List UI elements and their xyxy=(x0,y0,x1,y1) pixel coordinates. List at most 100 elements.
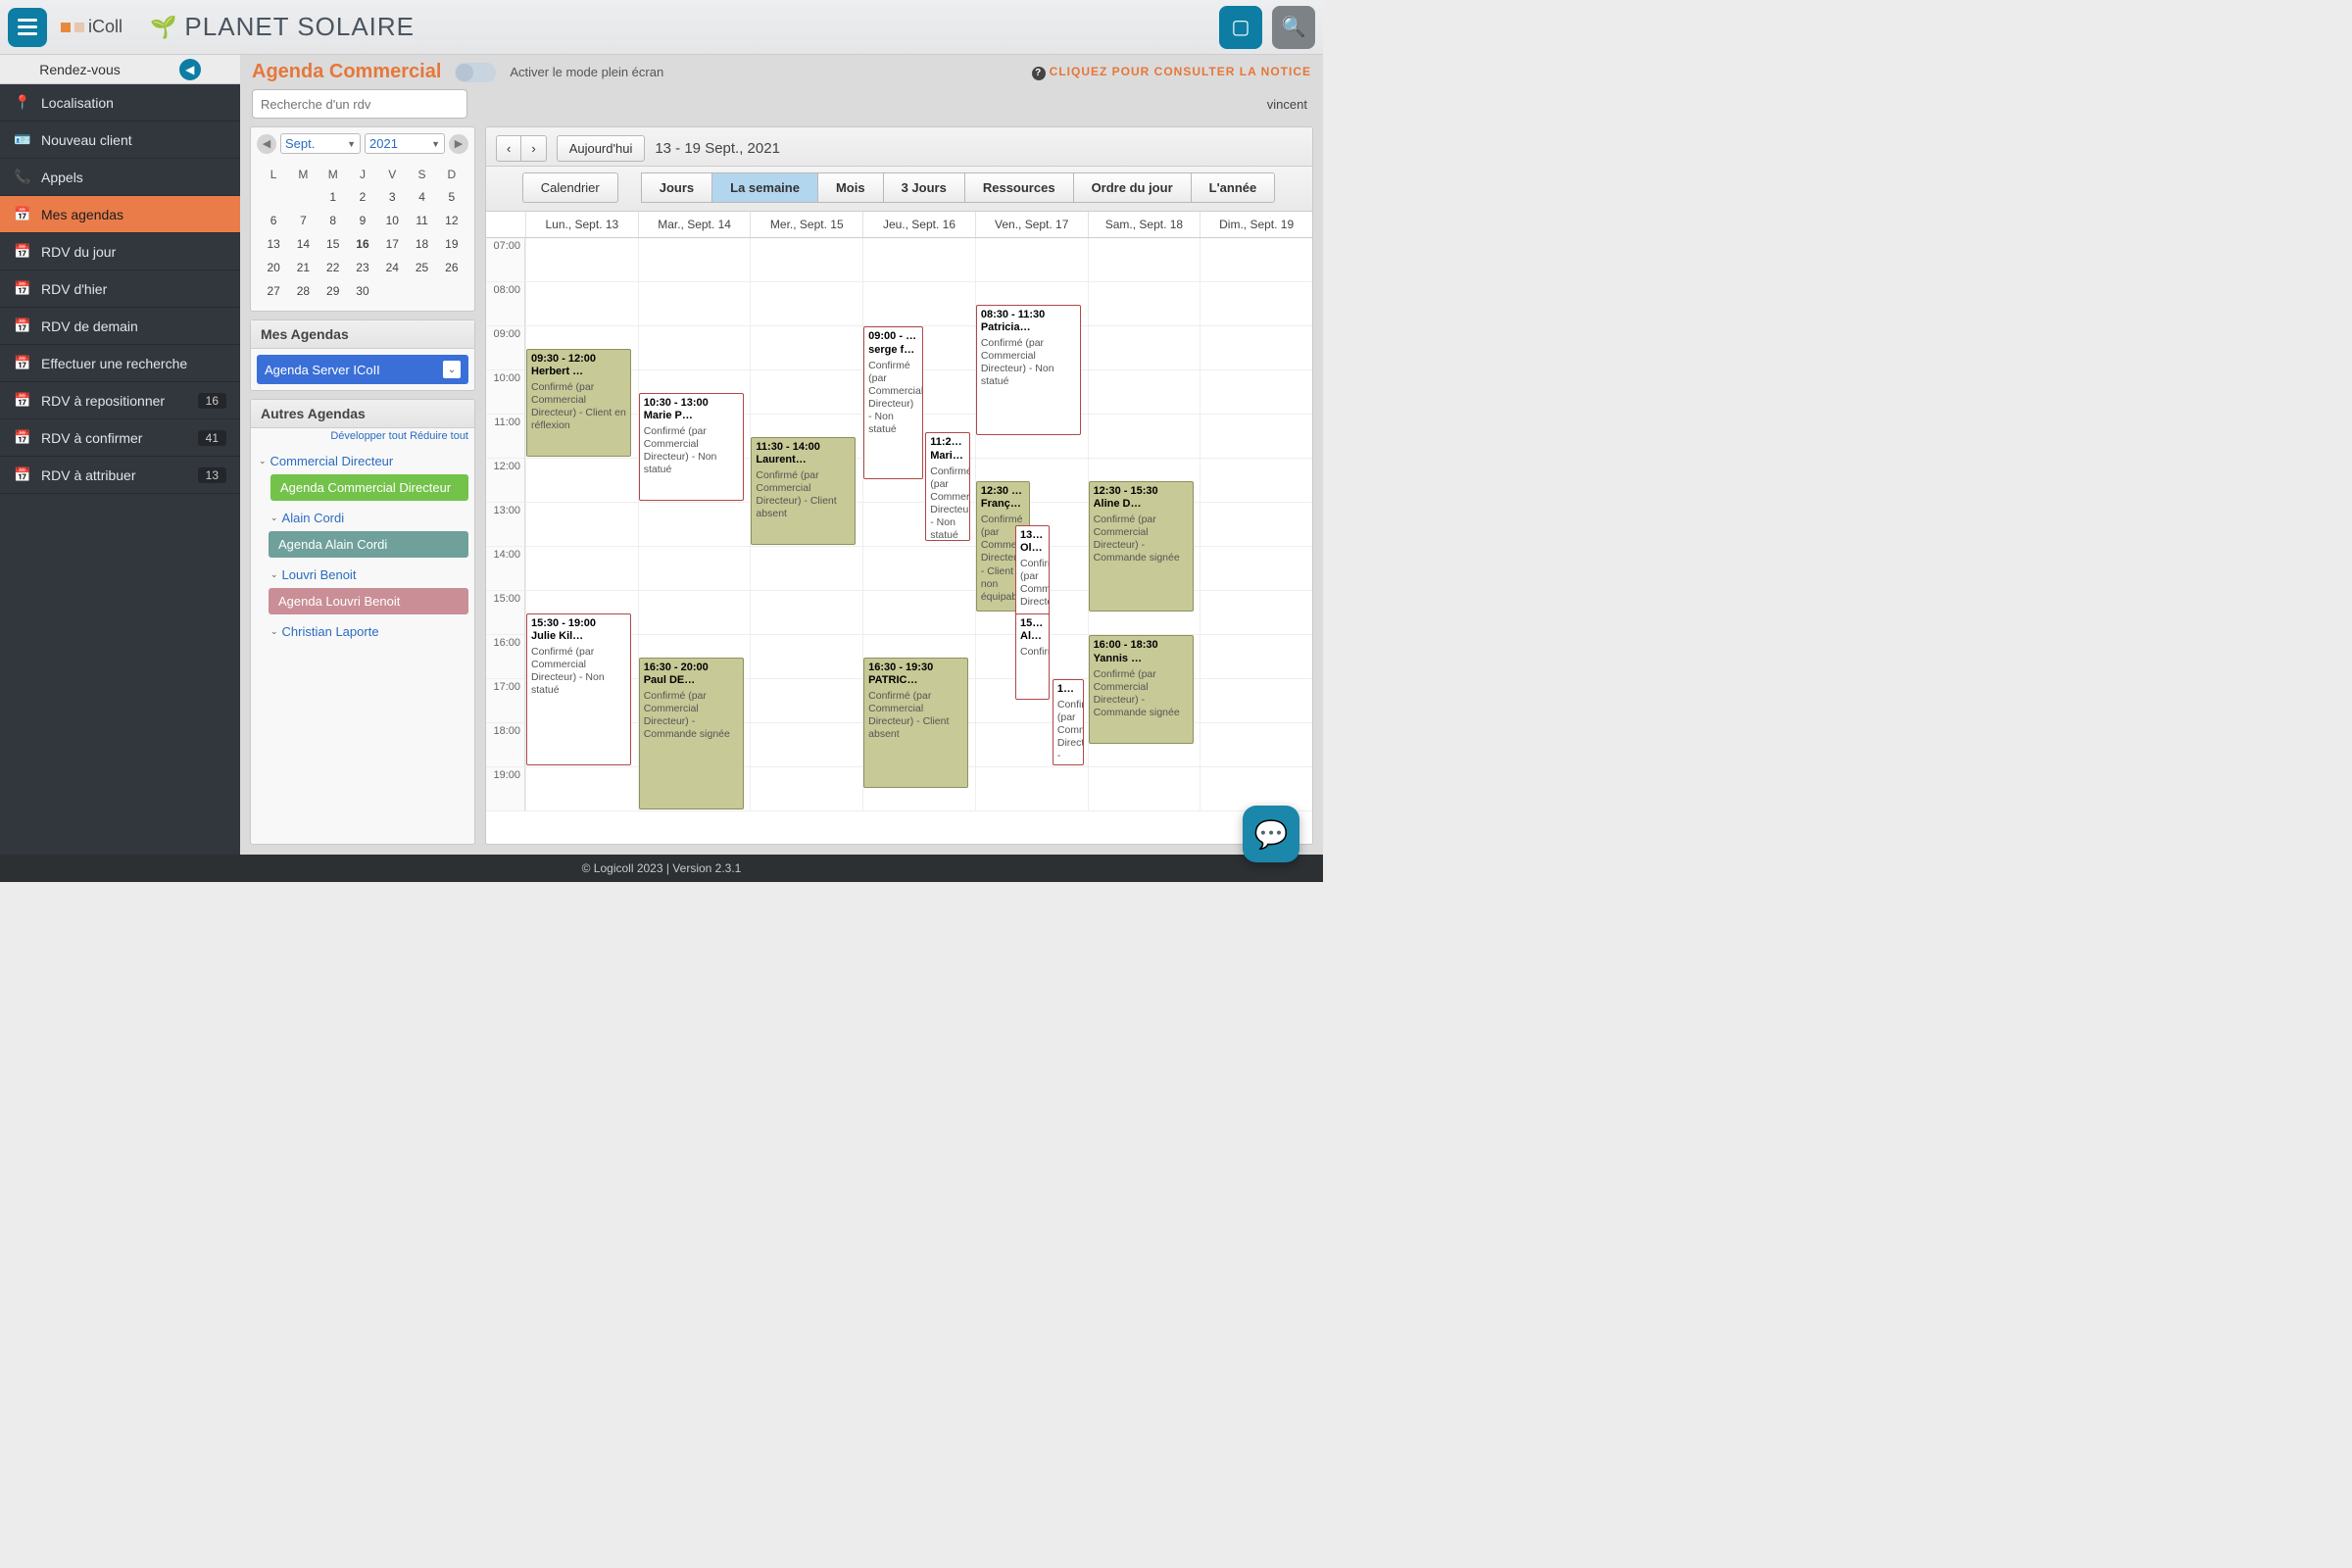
search-button[interactable]: 🔍 xyxy=(1272,6,1315,49)
time-slot[interactable] xyxy=(1200,547,1312,591)
time-slot[interactable] xyxy=(750,326,862,370)
nav-nouveau-client[interactable]: 🪪Nouveau client xyxy=(0,122,240,159)
time-slot[interactable] xyxy=(750,679,862,723)
time-slot[interactable] xyxy=(525,282,638,326)
calendar-event[interactable]: 10:30 - 13:00 Marie P… Confirmé (par Com… xyxy=(639,393,744,502)
time-slot[interactable] xyxy=(862,282,975,326)
month-select[interactable]: Sept.▼ xyxy=(280,133,361,154)
minical-day[interactable]: 28 xyxy=(288,279,318,303)
minical-day[interactable]: 1 xyxy=(318,185,348,209)
view-tab[interactable]: Ressources xyxy=(964,172,1074,203)
screen-button[interactable]: ▢ xyxy=(1219,6,1262,49)
agenda-tree-item[interactable]: ⌄Commercial Directeur xyxy=(257,450,468,472)
time-slot[interactable] xyxy=(862,591,975,635)
minical-day[interactable]: 6 xyxy=(259,209,288,232)
time-slot[interactable] xyxy=(1088,282,1200,326)
minical-day[interactable]: 21 xyxy=(288,256,318,279)
agenda-tree-item[interactable]: ⌄Louvri Benoit xyxy=(269,564,468,586)
notice-link[interactable]: ?CLIQUEZ POUR CONSULTER LA NOTICE xyxy=(1032,65,1311,80)
nav-rdv-du-jour[interactable]: 📅RDV du jour xyxy=(0,233,240,270)
time-slot[interactable] xyxy=(1200,415,1312,459)
time-slot[interactable] xyxy=(1200,370,1312,415)
calendar-event[interactable]: 15:30 - 19:00 Julie Kil… Confirmé (par C… xyxy=(526,613,631,766)
calendar-event[interactable]: 09:30 - 12:00 Herbert … Confirmé (par Co… xyxy=(526,349,631,458)
minical-day[interactable]: 19 xyxy=(437,232,466,256)
minical-day[interactable]: 12 xyxy=(437,209,466,232)
expand-all-link[interactable]: Développer tout xyxy=(330,430,407,442)
nav-rdv-confirmer[interactable]: 📅RDV à confirmer41 xyxy=(0,419,240,457)
agenda-tree-item[interactable]: ⌄Alain Cordi xyxy=(269,507,468,529)
time-slot[interactable] xyxy=(750,282,862,326)
time-slot[interactable] xyxy=(1200,635,1312,679)
minical-day[interactable]: 15 xyxy=(318,232,348,256)
calendar-event[interactable]: 16:30 - 20:00 Paul DE… Confirmé (par Com… xyxy=(639,658,744,810)
time-slot[interactable] xyxy=(750,370,862,415)
minical-day[interactable]: 22 xyxy=(318,256,348,279)
nav-rdv-d-hier[interactable]: 📅RDV d'hier xyxy=(0,270,240,308)
time-slot[interactable] xyxy=(638,326,751,370)
time-slot[interactable] xyxy=(1088,767,1200,811)
time-slot[interactable] xyxy=(1200,238,1312,282)
minical-day[interactable]: 10 xyxy=(377,209,407,232)
time-slot[interactable] xyxy=(1200,459,1312,503)
time-slot[interactable] xyxy=(1200,326,1312,370)
time-slot[interactable] xyxy=(525,459,638,503)
nav-mes-agendas[interactable]: 📅Mes agendas xyxy=(0,196,240,233)
calendar-event[interactable]: 16:30 - 19:30 PATRIC… Confirmé (par Comm… xyxy=(863,658,968,788)
time-slot[interactable] xyxy=(750,238,862,282)
view-tab[interactable]: Ordre du jour xyxy=(1073,172,1192,203)
nav-appels[interactable]: 📞Appels xyxy=(0,159,240,196)
calendar-event[interactable]: 08:30 - 11:30 Patricia… Confirmé (par Co… xyxy=(976,305,1081,435)
year-select[interactable]: 2021▼ xyxy=(365,133,445,154)
time-slot[interactable] xyxy=(750,547,862,591)
time-slot[interactable] xyxy=(1088,370,1200,415)
time-slot[interactable] xyxy=(1088,238,1200,282)
minical-day[interactable]: 20 xyxy=(259,256,288,279)
time-slot[interactable] xyxy=(1088,415,1200,459)
nav-effectuer-une-recherche[interactable]: 📅Effectuer une recherche xyxy=(0,345,240,382)
time-slot[interactable] xyxy=(862,238,975,282)
agenda-pill[interactable]: Agenda Louvri Benoit xyxy=(269,588,468,614)
minical-day[interactable]: 17 xyxy=(377,232,407,256)
minical-day[interactable]: 30 xyxy=(348,279,377,303)
time-slot[interactable] xyxy=(975,238,1088,282)
agenda-primary-select[interactable]: Agenda Server ICoII⌄ xyxy=(257,355,468,384)
minical-day[interactable]: 8 xyxy=(318,209,348,232)
nav-rdv-attribuer[interactable]: 📅RDV à attribuer13 xyxy=(0,457,240,494)
time-slot[interactable] xyxy=(975,767,1088,811)
nav-rdv-repositionner[interactable]: 📅RDV à repositionner16 xyxy=(0,382,240,419)
view-tab[interactable]: Jours xyxy=(641,172,712,203)
calendrier-button[interactable]: Calendrier xyxy=(522,172,618,203)
time-slot[interactable] xyxy=(1200,282,1312,326)
calendar-event[interactable]: 09:00 - 12:30 serge fr… Confirmé (par Co… xyxy=(863,326,923,479)
minical-day[interactable]: 23 xyxy=(348,256,377,279)
time-slot[interactable] xyxy=(638,547,751,591)
calendar-event[interactable]: 11:25 - 13:55 Mari… Confirmé (par Commer… xyxy=(925,432,970,541)
minical-day[interactable]: 7 xyxy=(288,209,318,232)
chat-button[interactable]: 💬 xyxy=(1243,806,1299,862)
agenda-pill[interactable]: Agenda Alain Cordi xyxy=(269,531,468,558)
minical-day[interactable]: 11 xyxy=(407,209,436,232)
next-week-button[interactable]: › xyxy=(520,135,546,162)
view-tab[interactable]: L'année xyxy=(1191,172,1276,203)
time-slot[interactable] xyxy=(862,547,975,591)
time-slot[interactable] xyxy=(525,238,638,282)
time-slot[interactable] xyxy=(525,767,638,811)
time-slot[interactable] xyxy=(750,635,862,679)
today-button[interactable]: Aujourd'hui xyxy=(557,135,646,162)
minical-day[interactable]: 5 xyxy=(437,185,466,209)
time-slot[interactable] xyxy=(638,282,751,326)
minical-day[interactable]: 2 xyxy=(348,185,377,209)
view-tab[interactable]: La semaine xyxy=(711,172,818,203)
prev-month-button[interactable]: ◀ xyxy=(257,134,276,154)
time-slot[interactable] xyxy=(1200,723,1312,767)
time-slot[interactable] xyxy=(1200,591,1312,635)
minical-day[interactable]: 24 xyxy=(377,256,407,279)
minical-day[interactable]: 26 xyxy=(437,256,466,279)
time-slot[interactable] xyxy=(525,503,638,547)
prev-week-button[interactable]: ‹ xyxy=(496,135,521,162)
calendar-event[interactable]: 11:30 - 14:00 Laurent… Confirmé (par Com… xyxy=(751,437,856,546)
calendar-event[interactable]: 12:30 - 15:30 Aline D… Confirmé (par Com… xyxy=(1089,481,1194,612)
fullscreen-toggle[interactable] xyxy=(455,63,496,82)
minical-day[interactable]: 3 xyxy=(377,185,407,209)
